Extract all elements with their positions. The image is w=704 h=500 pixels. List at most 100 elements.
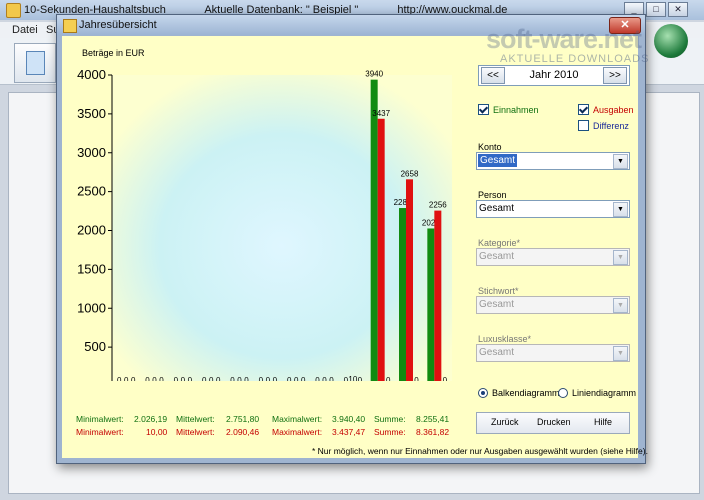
radio-balkendiagramm-dot[interactable] [478,388,488,398]
maximize-button[interactable]: □ [646,2,666,17]
data-label: 0 [124,376,129,381]
checkbox-einnahmen[interactable]: Einnahmen [478,104,539,115]
data-label: 2256 [429,201,447,210]
data-label: 0 [329,376,334,381]
expense-max-value: 3.437,47 [332,427,366,437]
data-label: 0 [188,376,193,381]
konto-select[interactable]: Gesamt ▼ [476,152,630,170]
bar-einnahmen-dez [427,228,435,381]
data-label: 0 [322,376,327,381]
checkbox-ausgaben-box[interactable] [578,104,589,115]
data-label: 0 [443,376,448,381]
data-label: 0 [117,376,122,381]
checkbox-differenz[interactable]: Differenz [578,120,629,131]
year-overview-dialog: Jahresübersicht ✕ Beträge in EUR 0500100… [56,14,648,464]
zurueck-button[interactable]: Zurück [491,417,519,427]
expense-avg-label: Mittelwert: [176,427,215,437]
income-sum-value: 8.255,41 [416,414,450,424]
checkbox-ausgaben-label: Ausgaben [593,104,634,115]
expense-max-label: Maximalwert: [272,427,323,437]
hilfe-button[interactable]: Hilfe [594,417,612,427]
y-tick-label: 0 [99,378,106,381]
person-label: Person [478,190,507,200]
radio-liniendiagramm-dot[interactable] [558,388,568,398]
radio-liniendiagramm[interactable]: Liniendiagramm [558,388,636,398]
y-tick-label: 2500 [77,184,106,199]
stichwort-label: Stichwort* [478,286,519,296]
expense-sum-label: Summe: [374,427,406,437]
data-label: 0 [266,376,271,381]
checkbox-differenz-box[interactable] [578,120,589,131]
person-select[interactable]: Gesamt ▼ [476,200,630,218]
footnote: * Nur möglich, wenn nur Einnahmen oder n… [312,446,648,456]
drucken-button[interactable]: Drucken [537,417,571,427]
stichwort-value: Gesamt [479,299,515,310]
radio-balkendiagramm[interactable]: Balkendiagramm [478,388,560,398]
data-label: 2658 [401,169,419,178]
chevron-down-icon[interactable]: ▼ [613,154,628,169]
checkbox-ausgaben[interactable]: Ausgaben [578,104,634,115]
luxusklasse-select[interactable]: Gesamt ▼ [476,344,630,362]
data-label: 0 [230,376,235,381]
data-label: 0 [386,376,391,381]
app-icon [6,3,21,18]
dialog-client: Beträge in EUR 0500100015002000250030003… [62,36,648,458]
y-tick-label: 500 [84,339,106,354]
kategorie-select[interactable]: Gesamt ▼ [476,248,630,266]
data-label: 0 [244,376,249,381]
bar-chart: 05001000150020002500300035004000000Jan00… [77,67,452,381]
income-avg-value: 2.751,80 [226,414,260,424]
income-max-label: Maximalwert: [272,414,323,424]
radio-liniendiagramm-label: Liniendiagramm [572,388,637,398]
data-label: 0 [159,376,164,381]
chevron-down-icon[interactable]: ▼ [613,298,628,313]
data-label: 0 [202,376,207,381]
income-min-value: 2.026,19 [134,414,168,424]
checkbox-differenz-label: Differenz [593,120,629,131]
stichwort-select[interactable]: Gesamt ▼ [476,296,630,314]
expense-min-label: Minimalwert: [76,427,124,437]
y-tick-label: 1000 [77,300,106,315]
konto-label: Konto [478,142,502,152]
data-label: 0 [181,376,186,381]
luxusklasse-value: Gesamt [479,347,515,358]
kategorie-label: Kategorie* [478,238,521,248]
expense-avg-value: 2.090,46 [226,427,260,437]
close-button[interactable]: ✕ [668,2,688,17]
data-label: 0 [301,376,306,381]
menu-datei[interactable]: Datei [12,24,38,36]
chevron-down-icon[interactable]: ▼ [613,250,628,265]
checkbox-einnahmen-box[interactable] [478,104,489,115]
y-tick-label: 1500 [77,261,106,276]
checkbox-einnahmen-label: Einnahmen [493,104,539,115]
bar-einnahmen-nov [399,208,406,381]
chevron-down-icon[interactable]: ▼ [613,202,628,217]
data-label: 0 [294,376,299,381]
watermark-logo: soft-ware.net [486,24,642,54]
person-value: Gesamt [479,203,515,214]
income-max-value: 3.940,40 [332,414,366,424]
chevron-down-icon[interactable]: ▼ [613,346,628,361]
year-value: Jahr 2010 [529,69,579,81]
watermark-subtitle: AKTUELLE DOWNLOADS [500,53,650,65]
bar-ausgaben-nov [406,179,413,381]
new-document-button[interactable] [14,43,56,83]
data-label: 0 [216,376,221,381]
prev-year-button[interactable]: << [481,67,505,84]
data-label: 10 [348,375,357,381]
data-label: 0 [145,376,150,381]
globe-icon [654,24,688,58]
y-tick-label: 4000 [77,67,106,82]
kategorie-value: Gesamt [479,251,515,262]
year-navigator: << Jahr 2010 >> [478,65,630,86]
data-label: 0 [131,376,136,381]
income-sum-label: Summe: [374,414,406,424]
data-label: 0 [358,376,363,381]
expense-sum-value: 8.361,82 [416,427,450,437]
bar-ausgaben-okt [377,118,385,381]
radio-balkendiagramm-label: Balkendiagramm [492,388,560,398]
data-label: 0 [287,376,292,381]
data-label: 0 [209,376,214,381]
next-year-button[interactable]: >> [603,67,627,84]
data-label: 3940 [365,70,383,79]
